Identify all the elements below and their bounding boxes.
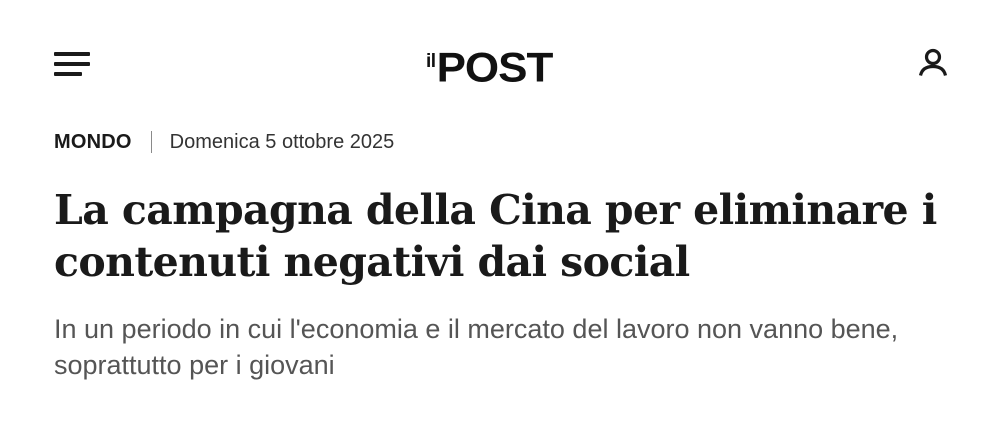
section-link[interactable]: MONDO (54, 131, 132, 154)
logo-prefix: il (426, 51, 436, 72)
user-account-icon[interactable] (916, 48, 950, 80)
site-logo[interactable]: il POST (426, 34, 554, 94)
menu-line (54, 62, 90, 66)
user-icon-svg (918, 48, 948, 76)
article-subtitle: In un periodo in cui l'economia e il mer… (54, 314, 899, 380)
article-meta: MONDO Domenica 5 ottobre 2025 (54, 128, 394, 156)
menu-line (54, 72, 82, 76)
site-header: il POST (0, 0, 1000, 125)
menu-line (54, 52, 90, 56)
article-date: Domenica 5 ottobre 2025 (169, 130, 395, 153)
meta-divider (150, 131, 152, 153)
hamburger-menu-icon[interactable] (54, 50, 92, 80)
article-title: La campagna della Cina per eliminare i c… (54, 186, 937, 286)
logo-name: POST (436, 44, 554, 91)
